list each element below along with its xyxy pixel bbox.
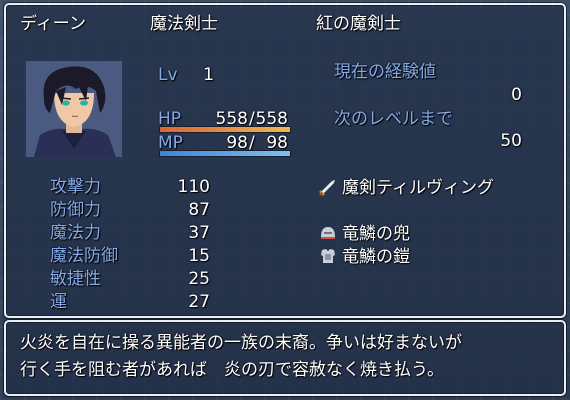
actor-nickname: 紅の魔剣士 [316, 14, 401, 34]
equip-helmet-name: 竜鱗の兜 [342, 224, 410, 244]
param-magic-defense-label: 魔法防御 [50, 246, 118, 266]
portrait-icon [26, 61, 122, 157]
actor-class: 魔法剣士 [150, 14, 218, 34]
helmet-icon [321, 227, 335, 239]
param-defense-label: 防御力 [50, 200, 101, 220]
actor-face-portrait [26, 61, 122, 157]
sword-icon [319, 180, 335, 196]
hp-max: 558 [255, 109, 288, 129]
exp-next-value: 50 [500, 131, 522, 151]
param-magic-defense-value: 15 [188, 246, 210, 266]
level-value: 1 [203, 65, 214, 85]
hp-gauge [160, 127, 290, 132]
status-window: ディーン 魔法剣士 紅の魔剣士 Lv 1 HP 558 / 558 MP 98 … [4, 3, 566, 318]
mp-gauge-fill [160, 151, 290, 156]
param-luck-label: 運 [50, 292, 67, 312]
profile-window: 火炎を自在に操る異能者の一族の末裔。争いは好まないが 行く手を阻む者があれば 炎… [4, 320, 566, 396]
equip-armor-name: 竜鱗の鎧 [342, 247, 410, 267]
profile-line-1: 火炎を自在に操る異能者の一族の末裔。争いは好まないが [20, 333, 462, 353]
hp-label: HP [158, 109, 182, 129]
mp-gauge [160, 151, 290, 156]
mp-current: 98 [226, 133, 248, 153]
param-agility-value: 25 [188, 269, 210, 289]
exp-current-label: 現在の経験値 [334, 62, 436, 82]
exp-current-value: 0 [511, 85, 522, 105]
param-attack-label: 攻撃力 [50, 177, 101, 197]
param-luck-value: 27 [188, 292, 210, 312]
param-magic-attack-label: 魔法力 [50, 223, 101, 243]
actor-name: ディーン [20, 14, 86, 34]
mp-label: MP [158, 133, 183, 153]
equip-weapon-name: 魔剣ティルヴィング [342, 178, 494, 198]
hp-current: 558 [215, 109, 248, 129]
level-label: Lv [158, 65, 178, 85]
mp-max: 98 [266, 133, 288, 153]
hp-gauge-fill [160, 127, 290, 132]
armor-icon [321, 249, 335, 263]
param-agility-label: 敏捷性 [50, 269, 101, 289]
param-defense-value: 87 [188, 200, 210, 220]
exp-next-label: 次のレベルまで [334, 109, 453, 129]
param-magic-attack-value: 37 [188, 223, 210, 243]
param-attack-value: 110 [177, 177, 210, 197]
profile-line-2: 行く手を阻む者があれば 炎の刃で容赦なく焼き払う。 [20, 360, 444, 380]
